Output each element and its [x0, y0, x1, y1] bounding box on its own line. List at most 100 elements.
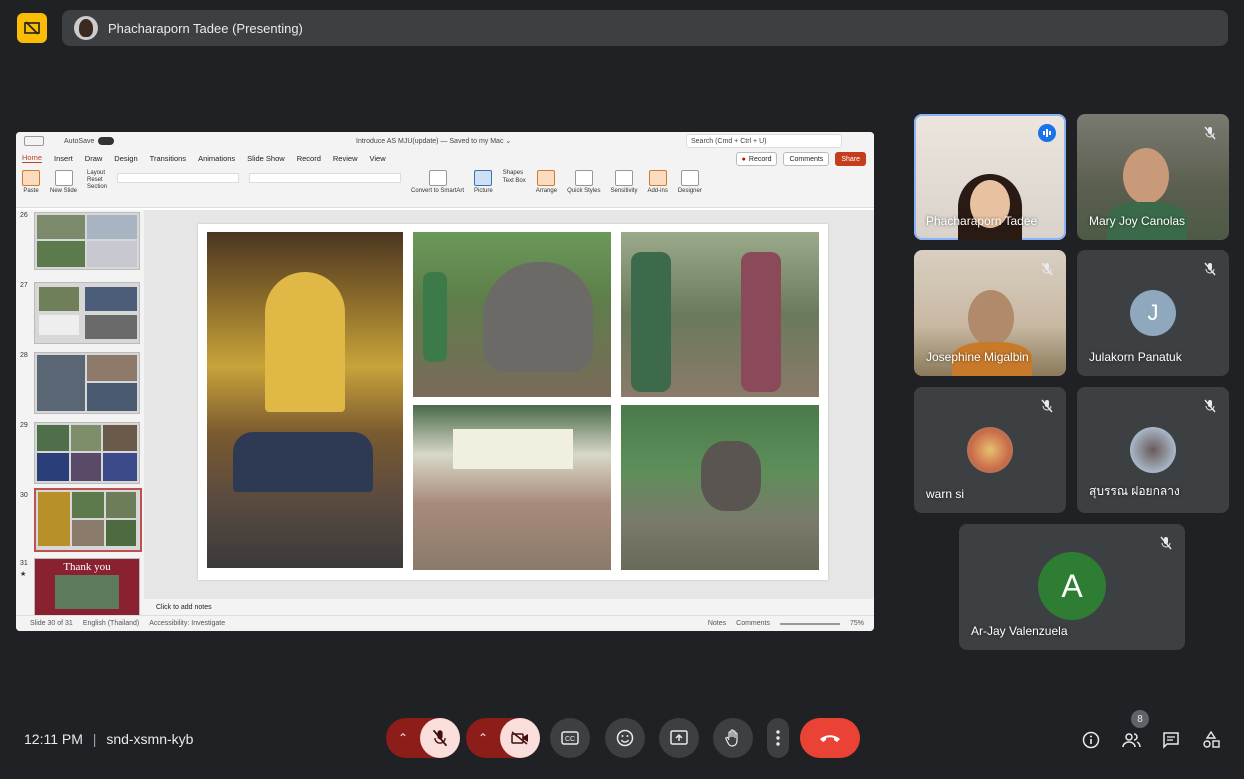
comments-toggle[interactable]: Comments	[736, 620, 770, 627]
quick-styles-button[interactable]: Quick Styles	[567, 170, 600, 194]
thumb-number: 30	[20, 492, 28, 499]
people-icon	[1122, 733, 1141, 748]
new-slide-icon	[54, 170, 73, 186]
participant-tile-julakorn[interactable]: J Julakorn Panatuk	[1077, 250, 1229, 376]
new-slide-label: New Slide	[50, 188, 78, 194]
tab-view[interactable]: View	[369, 154, 385, 163]
elephant-group-photo	[621, 405, 819, 570]
ppt-titlebar: AutoSave Introduce AS MJU(update) — Save…	[16, 132, 874, 150]
designer-button[interactable]: Designer	[678, 170, 702, 194]
reset-button[interactable]: Reset	[87, 177, 103, 183]
paste-label: Paste	[23, 188, 39, 194]
document-title: Introduce AS MJU(update) — Saved to my M…	[356, 138, 512, 145]
ppt-share-button[interactable]: Share	[835, 152, 866, 166]
captions-icon: CC	[561, 731, 579, 745]
shapes-button[interactable]: Shapes	[503, 170, 523, 176]
participant-tile-josephine[interactable]: Josephine Migalbin	[914, 250, 1066, 376]
ppt-record-button[interactable]: ● Record	[735, 152, 778, 166]
raise-hand-button[interactable]	[713, 718, 753, 758]
people-count-badge: 8	[1131, 710, 1149, 728]
speaking-icon	[1038, 124, 1056, 142]
participant-tile-warn[interactable]: warn si	[914, 387, 1066, 513]
paragraph-group	[249, 173, 402, 183]
end-call-button[interactable]	[800, 718, 860, 758]
slide-thumb-28[interactable]	[34, 352, 140, 414]
new-slide-button[interactable]: New Slide	[50, 170, 77, 194]
clock: 12:11 PM	[24, 731, 83, 747]
participant-video	[968, 290, 1014, 346]
zoom-slider[interactable]	[779, 622, 840, 625]
current-slide[interactable]	[198, 224, 828, 580]
addins-icon	[648, 170, 667, 186]
slide-thumb-26[interactable]	[34, 212, 140, 270]
slide-thumb-27[interactable]	[34, 282, 140, 344]
present-screen-button[interactable]	[659, 718, 699, 758]
sensitivity-icon	[614, 170, 633, 186]
camera-toggle-button[interactable]	[500, 718, 540, 758]
slide-canvas	[144, 210, 874, 599]
addins-button[interactable]: Add-ins	[647, 170, 668, 194]
mic-toggle-button[interactable]	[420, 718, 460, 758]
camera-options-chevron-icon[interactable]: ⌃	[466, 731, 500, 745]
layout-button[interactable]: Layout	[87, 170, 105, 176]
tab-record[interactable]: Record	[297, 154, 321, 163]
record-dot-icon: ●	[741, 155, 746, 163]
notes-pane[interactable]: Click to add notes	[144, 599, 874, 615]
paste-icon	[22, 170, 40, 186]
meeting-details-button[interactable]	[1079, 728, 1103, 752]
status-language[interactable]: English (Thailand)	[83, 620, 139, 627]
notes-toggle[interactable]: Notes	[708, 620, 726, 627]
tab-review[interactable]: Review	[333, 154, 358, 163]
tab-insert[interactable]: Insert	[54, 154, 73, 163]
participant-tile-suban[interactable]: สุบรรณ ฝอยกลาง	[1077, 387, 1229, 513]
participant-tile-phacharaporn[interactable]: Phacharaporn Tadee	[914, 114, 1066, 240]
ppt-search-text: Search (Cmd + Ctrl + U)	[691, 137, 767, 145]
zoom-level[interactable]: 75%	[850, 620, 864, 627]
quick-styles-label: Quick Styles	[567, 188, 601, 194]
mic-off-icon	[432, 729, 448, 747]
raise-hand-icon	[725, 729, 738, 747]
ppt-search[interactable]: Search (Cmd + Ctrl + U)	[686, 134, 842, 148]
participant-name: Ar-Jay Valenzuela	[971, 624, 1068, 638]
tab-transitions[interactable]: Transitions	[150, 154, 186, 163]
slide-thumb-29[interactable]	[34, 422, 140, 484]
meeting-info: 12:11 PM | snd-xsmn-kyb	[24, 731, 193, 747]
info-icon	[1082, 731, 1100, 749]
autosave-toggle[interactable]	[98, 137, 115, 145]
paste-button[interactable]: Paste	[22, 170, 40, 194]
participant-tile-arjay[interactable]: A Ar-Jay Valenzuela	[959, 524, 1185, 650]
slide-thumb-31[interactable]: Thank you	[34, 558, 140, 616]
ppt-ribbon: Paste New Slide Layout Reset Section Con…	[16, 166, 874, 208]
mic-options-chevron-icon[interactable]: ⌃	[386, 731, 420, 745]
participant-video	[1123, 148, 1169, 204]
people-button[interactable]	[1119, 728, 1143, 752]
sidebar-toggle-icon[interactable]	[24, 136, 44, 146]
presenting-indicator-button[interactable]	[17, 13, 47, 43]
font-select[interactable]	[117, 173, 240, 183]
captions-button[interactable]: CC	[550, 718, 590, 758]
participant-tile-mary[interactable]: Mary Joy Canolas	[1077, 114, 1229, 240]
slide-thumb-30[interactable]	[34, 488, 142, 552]
thumb-number: 29	[20, 422, 28, 429]
tab-slide-show[interactable]: Slide Show	[247, 154, 285, 163]
section-button[interactable]: Section	[87, 184, 107, 190]
chat-button[interactable]	[1159, 728, 1183, 752]
picture-button[interactable]: Picture	[474, 170, 493, 194]
status-accessibility[interactable]: Accessibility: Investigate	[149, 620, 225, 627]
text-box-button[interactable]: Text Box	[503, 178, 526, 184]
more-options-button[interactable]	[767, 718, 789, 758]
arrange-button[interactable]: Arrange	[536, 170, 557, 194]
tab-animations[interactable]: Animations	[198, 154, 235, 163]
sensitivity-button[interactable]: Sensitivity	[610, 170, 637, 194]
svg-text:CC: CC	[565, 736, 575, 743]
status-slide: Slide 30 of 31	[30, 620, 73, 627]
slide-thumbnails: 26 27 28 29 30 31 ★ Thank you	[16, 210, 144, 616]
tab-draw[interactable]: Draw	[85, 154, 103, 163]
ppt-statusbar: Slide 30 of 31 English (Thailand) Access…	[16, 615, 874, 631]
convert-smartart-button[interactable]: Convert to SmartArt	[411, 170, 464, 194]
activities-button[interactable]	[1199, 728, 1223, 752]
tab-design[interactable]: Design	[114, 154, 137, 163]
ppt-comments-button[interactable]: Comments	[783, 152, 830, 166]
tab-home[interactable]: Home	[22, 153, 43, 163]
emoji-button[interactable]	[605, 718, 645, 758]
